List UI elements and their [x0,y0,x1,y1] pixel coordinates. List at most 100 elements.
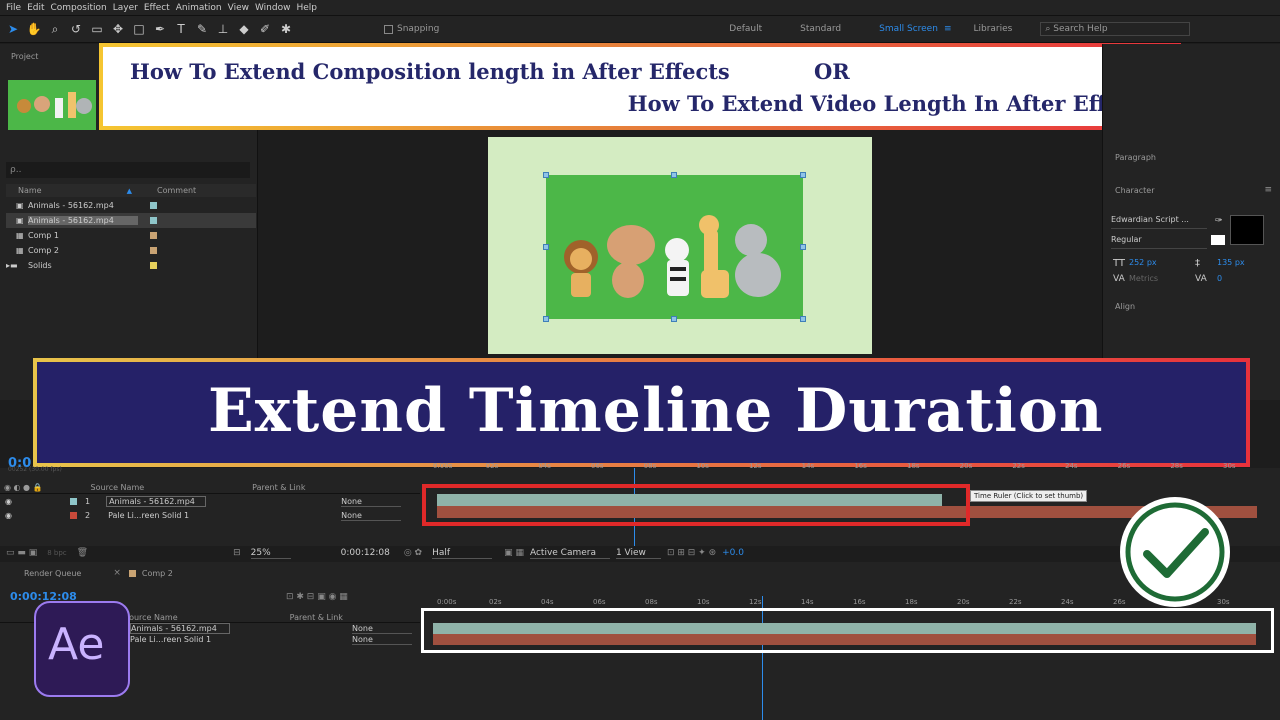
font-size-value[interactable]: 252 px [1129,258,1157,267]
menu-help[interactable]: Help [296,3,317,13]
menu-window[interactable]: Window [255,3,291,13]
close-icon[interactable]: × [113,568,121,578]
column-comment[interactable]: Comment [157,186,196,195]
align-tab[interactable]: Align [1115,302,1135,311]
menu-layer[interactable]: Layer [113,3,138,13]
resolution-select[interactable]: Half [432,548,493,559]
label-swatch [150,262,157,269]
snapshot-icon[interactable]: ◎ ✿ [404,548,422,558]
trash-icon[interactable]: 🗑 [77,548,88,558]
roi-icon[interactable]: ▣ ▦ [504,548,524,558]
after-effects-logo: Ae [34,601,130,697]
workspace-standard[interactable]: Standard [800,24,841,34]
font-style-select[interactable]: Regular [1111,235,1207,249]
list-item[interactable]: ▦ Comp 2 [6,243,256,258]
column-parent[interactable]: Parent & Link [252,483,305,492]
column-source-name[interactable]: Source Name [124,613,178,622]
clone-stamp-tool-icon[interactable]: ⊥ [215,21,231,37]
type-tool-icon[interactable]: T [173,21,189,37]
rotate-tool-icon[interactable]: ↺ [68,21,84,37]
snapping-checkbox[interactable] [384,24,393,34]
panel-menu-icon[interactable]: ≡ [1264,185,1272,195]
table-row[interactable]: Pale Li...reen Solid 1 None [130,634,412,645]
camera-tool-icon[interactable]: ▭ [89,21,105,37]
menu-edit[interactable]: Edit [27,3,44,13]
table-row[interactable]: Animals - 56162.mp4 None [130,623,412,634]
rectangle-tool-icon[interactable]: □ [131,21,147,37]
column-name[interactable]: Name [18,186,42,195]
list-item[interactable]: ▦ Comp 1 [6,228,256,243]
zoom-select[interactable]: 25% [250,548,291,559]
menu-file[interactable]: File [6,3,21,13]
puppet-tool-icon[interactable]: ✱ [278,21,294,37]
parent-select[interactable]: None [341,497,402,507]
workspace-menu-icon[interactable]: ≡ [944,24,952,34]
ruler-tick-label: 14s [801,462,815,470]
roto-brush-tool-icon[interactable]: ✐ [257,21,273,37]
character-tab[interactable]: Character [1115,186,1155,195]
workspace-small-screen[interactable]: Small Screen [879,24,938,34]
tab-comp-2[interactable]: Comp 2 [142,569,173,578]
eyedropper-icon[interactable]: ✑ [1215,216,1223,226]
sort-ascending-icon[interactable]: ▲ [127,187,132,195]
time-ruler[interactable]: 0:00s 02s 04s 06s 08s 10s 12s 14s 16s 18s 20s 22s 24… [433,462,1243,472]
tracking-value[interactable]: 0 [1217,274,1222,283]
paragraph-tab[interactable]: Paragraph [1115,153,1156,162]
visibility-icon[interactable]: ◉ [5,511,12,520]
viewer-timecode[interactable]: 0:00:12:08 [341,548,390,558]
selection-tool-icon[interactable]: ➤ [5,21,21,37]
view-options-icon[interactable]: ⊡ ⊞ ⊟ ✦ ⊛ [667,548,716,558]
layer-name[interactable]: Pale Li...reen Solid 1 [130,635,230,644]
hand-tool-icon[interactable]: ✋ [26,21,42,37]
font-family-select[interactable]: Edwardian Script ... [1111,215,1207,229]
stroke-color-swatch[interactable] [1211,235,1225,245]
layer-name[interactable]: Pale Li...reen Solid 1 [106,511,206,520]
menu-effect[interactable]: Effect [144,3,170,13]
layer-name[interactable]: Animals - 56162.mp4 [106,496,207,507]
workspace-default[interactable]: Default [729,24,762,34]
column-parent[interactable]: Parent & Link [290,613,343,622]
animals-video-layer[interactable] [543,172,806,322]
parent-select[interactable]: None [352,624,412,634]
menu-view[interactable]: View [228,3,249,13]
project-search-input[interactable]: ρ.. [6,162,250,178]
zoom-tool-icon[interactable]: ⌕ [47,21,63,37]
column-source-name[interactable]: Source Name [91,483,145,492]
bpc-label[interactable]: 8 bpc [47,549,66,557]
visibility-icon[interactable]: ◉ [5,497,12,506]
project-tab[interactable]: Project [11,52,38,61]
search-help-input[interactable]: ⌕ Search Help [1040,22,1191,36]
leading-value[interactable]: 135 px [1217,258,1245,267]
parent-select[interactable]: None [341,511,402,521]
list-item[interactable]: ▸▬ Solids [6,258,256,273]
menu-composition[interactable]: Composition [51,3,107,13]
label-swatch [128,569,136,577]
pan-behind-tool-icon[interactable]: ✥ [110,21,126,37]
eraser-tool-icon[interactable]: ◆ [236,21,252,37]
fill-color-swatch[interactable] [1230,215,1264,245]
table-row[interactable]: ◉ 2 Pale Li...reen Solid 1 None [0,508,420,523]
camera-select[interactable]: Active Camera [529,548,610,559]
timeline-panel-after: Render Queue × Comp 2 0:00:12:08 ⊡ ✱ ⊟ ▣… [0,562,1280,720]
layer-name[interactable]: Animals - 56162.mp4 [130,623,230,634]
brush-tool-icon[interactable]: ✎ [194,21,210,37]
pen-tool-icon[interactable]: ✒ [152,21,168,37]
parent-select[interactable]: None [352,635,412,645]
magnify-icon[interactable]: ⊟ [233,548,241,558]
views-select[interactable]: 1 View [615,548,661,559]
item-name: Comp 1 [28,231,59,240]
font-style-label: Regular [1111,235,1142,244]
menu-animation[interactable]: Animation [176,3,222,13]
timeline-tools-icon[interactable]: ⊡ ✱ ⊟ ▣ ◉ ▦ [286,592,348,602]
region-icon[interactable]: ▭ ▬ ▣ [6,548,37,558]
label-swatch [150,247,157,254]
list-item[interactable]: ▣ Animals - 56162.mp4 [6,213,256,228]
ruler-tick-label: 30s [1223,462,1236,470]
workspace-libraries[interactable]: Libraries [973,24,1012,34]
kerning-value[interactable]: Metrics [1129,274,1158,283]
list-item[interactable]: ▣ Animals - 56162.mp4 [6,198,256,213]
time-ruler[interactable]: 0:00s 02s 04s 06s 08s 10s 12s 14s 16s 18s 20s 22s 24… [437,598,1237,608]
exposure-value[interactable]: +0.0 [722,548,744,558]
table-row[interactable]: ◉ 1 Animals - 56162.mp4 None [0,494,420,509]
tab-render-queue[interactable]: Render Queue [24,569,81,578]
